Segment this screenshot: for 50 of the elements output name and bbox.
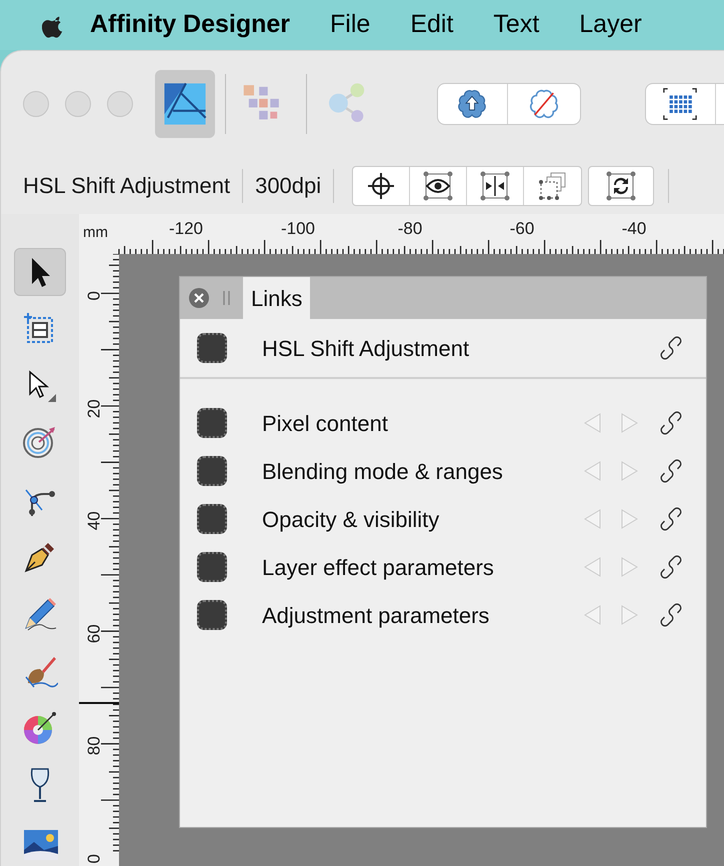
ruler-label: 80 (83, 735, 104, 758)
drag-handle-icon[interactable] (222, 289, 231, 307)
rotate-button[interactable] (588, 166, 654, 206)
tool-button[interactable] (14, 248, 66, 296)
layer-name: HSL Shift Adjustment (262, 334, 470, 363)
ruler-label: -60 (510, 218, 534, 240)
chain-link-icon[interactable] (658, 602, 684, 628)
chain-link-icon[interactable] (658, 335, 684, 361)
layer-type-label: HSL Shift Adjustment (23, 172, 230, 200)
ruler-label: 0 (83, 852, 104, 865)
ruler-label: -100 (280, 218, 316, 240)
resolution-label: 300dpi (255, 172, 322, 200)
dot-grid-icon (662, 86, 698, 122)
ruler-label: -80 (398, 218, 422, 240)
layer-thumbnail (197, 504, 227, 534)
persona-button[interactable] (155, 70, 215, 138)
ruler-unit: mm (83, 223, 108, 243)
layer-thumbnail (197, 333, 227, 363)
ruler-label: 20 (83, 398, 104, 420)
layer-thumbnail (197, 552, 227, 582)
chain-link-icon[interactable] (658, 458, 684, 484)
link-property-label: Adjustment parameters (262, 602, 490, 630)
panel-tab[interactable]: Links (243, 277, 310, 319)
link-property-label: Pixel content (262, 410, 389, 438)
menu-item[interactable]: Text (493, 6, 540, 44)
layer-thumbnail (197, 456, 227, 486)
layer-thumbnail (197, 600, 227, 630)
link-property-label: Layer effect parameters (262, 554, 495, 582)
chain-link-icon[interactable] (658, 410, 684, 436)
menu-item[interactable]: File (330, 6, 370, 44)
link-property-label: Opacity & visibility (262, 506, 440, 534)
ruler-label: 40 (83, 510, 104, 532)
rotate-arrows-icon (605, 170, 638, 202)
flip-icon (479, 170, 512, 202)
ruler-label: 60 (83, 622, 104, 645)
layer-thumbnail (197, 408, 227, 438)
chain-link-icon[interactable] (658, 506, 684, 532)
close-icon[interactable] (188, 287, 210, 309)
ruler-label: -40 (622, 218, 646, 240)
ruler-label: -120 (168, 218, 204, 240)
menu-item[interactable]: Layer (579, 6, 642, 44)
pencil-icon (22, 596, 58, 632)
app-menu[interactable]: Affinity Designer (90, 6, 290, 44)
ruler-label: 0 (83, 290, 104, 302)
link-property-label: Blending mode & ranges (262, 458, 504, 486)
menu-item[interactable]: Edit (410, 6, 454, 44)
eye-icon (422, 170, 454, 202)
target-arrow-icon (22, 425, 58, 461)
chain-link-icon[interactable] (658, 554, 684, 580)
color-wheel-icon (22, 710, 58, 746)
